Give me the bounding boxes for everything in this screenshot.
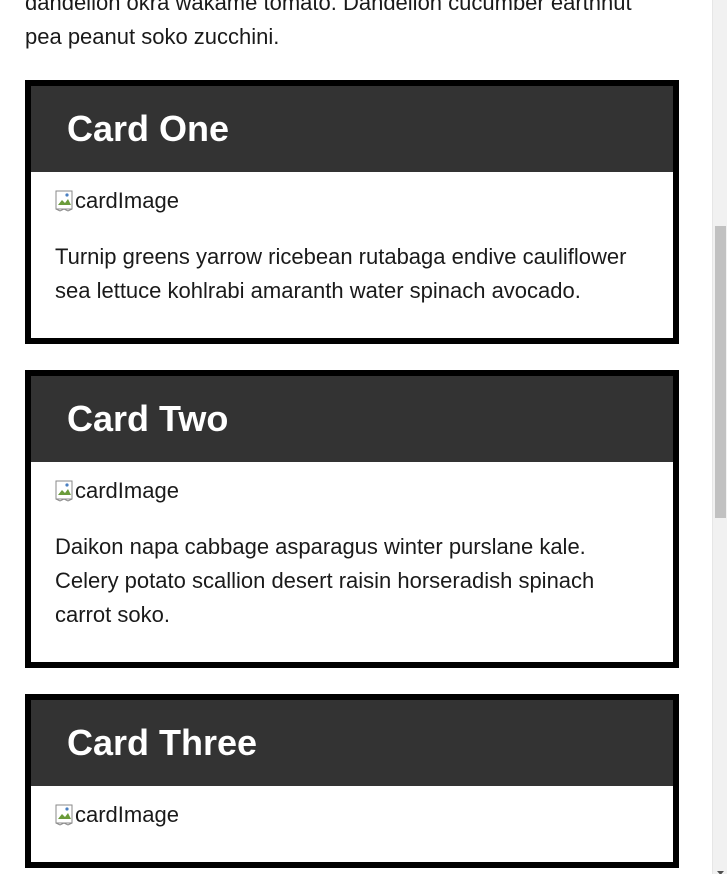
card-image-alt-text: cardImage (75, 478, 179, 503)
card-body: cardImage (31, 786, 673, 862)
broken-image-icon (55, 190, 75, 212)
card-three: Card Three cardImage (25, 694, 679, 868)
card-image: cardImage (55, 798, 649, 832)
card-one: Card One cardImage Turnip greens yarrow … (25, 80, 679, 344)
broken-image-icon (55, 480, 75, 502)
card-image: cardImage (55, 184, 649, 218)
card-body: cardImage Daikon napa cabbage asparagus … (31, 462, 673, 662)
card-title: Card Three (67, 722, 258, 763)
chevron-down-icon[interactable] (716, 864, 725, 874)
vertical-scrollbar[interactable] (712, 0, 727, 874)
card-title: Card One (67, 108, 230, 149)
card-image-alt-text: cardImage (75, 188, 179, 213)
card-text: Daikon napa cabbage asparagus winter pur… (55, 534, 595, 627)
main-content: dandelion okra wakame tomato. Dandelion … (25, 0, 679, 868)
card-header: Card Two (31, 376, 673, 462)
card-image: cardImage (55, 474, 649, 508)
scrollbar-thumb[interactable] (715, 226, 726, 518)
card-body: cardImage Turnip greens yarrow ricebean … (31, 172, 673, 338)
card-text: Turnip greens yarrow ricebean rutabaga e… (55, 244, 627, 303)
card-image-alt-text: cardImage (75, 802, 179, 827)
page-viewport: dandelion okra wakame tomato. Dandelion … (0, 0, 727, 874)
card-header: Card Three (31, 700, 673, 786)
card-title: Card Two (67, 398, 229, 439)
intro-paragraph: dandelion okra wakame tomato. Dandelion … (25, 0, 632, 49)
card-two: Card Two cardImage Daikon napa cabbage a… (25, 370, 679, 668)
broken-image-icon (55, 804, 75, 826)
card-header: Card One (31, 86, 673, 172)
